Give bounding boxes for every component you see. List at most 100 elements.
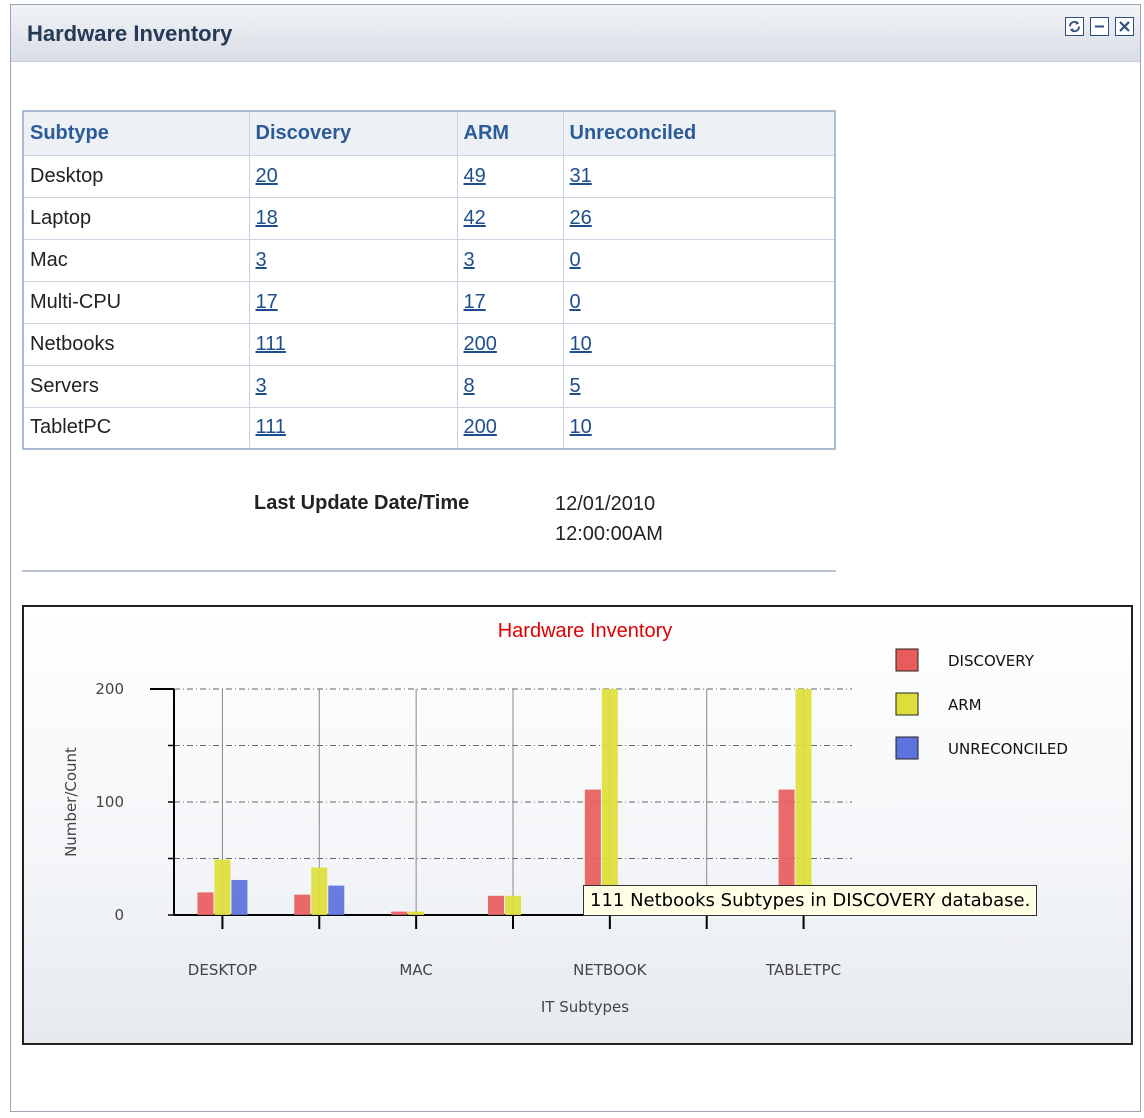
discovery-count-link[interactable]: 20 xyxy=(256,165,278,187)
subtype-cell: Servers xyxy=(22,364,250,408)
unreconciled-count-link[interactable]: 5 xyxy=(570,375,581,397)
close-icon xyxy=(1119,21,1130,32)
discovery-count-link[interactable]: 17 xyxy=(256,291,278,313)
bar-arm xyxy=(311,867,328,915)
pagelet-title: Hardware Inventory xyxy=(27,21,233,46)
subtype-cell: TabletPC xyxy=(22,406,250,450)
last-update-value: 12/01/2010 12:00:00AM xyxy=(555,489,663,549)
bar-discovery xyxy=(294,894,311,915)
subtype-cell: Desktop xyxy=(22,154,250,198)
bar-unreconciled xyxy=(328,885,345,915)
legend-label-arm: ARM xyxy=(948,696,982,714)
unreconciled-count-link[interactable]: 0 xyxy=(570,249,581,271)
discovery-count-link[interactable]: 111 xyxy=(256,416,286,438)
x-tick-label: DESKTOP xyxy=(188,961,257,979)
unreconciled-count-link[interactable]: 10 xyxy=(570,416,592,438)
table-row: Mac 3 3 0 xyxy=(22,238,836,282)
hardware-inventory-table: Subtype Discovery ARM Unreconciled Deskt… xyxy=(22,110,836,450)
minimize-button[interactable] xyxy=(1090,17,1109,36)
bar-arm xyxy=(214,859,231,915)
arm-cell: 200 xyxy=(456,322,564,366)
unreconciled-cell: 5 xyxy=(562,364,836,408)
close-button[interactable] xyxy=(1115,17,1134,36)
legend-label-unreconciled: UNRECONCILED xyxy=(948,740,1068,758)
subtype-cell: Mac xyxy=(22,238,250,282)
arm-cell: 8 xyxy=(456,364,564,408)
x-tick-label: MAC xyxy=(399,961,432,979)
chart-tooltip: 111 Netbooks Subtypes in DISCOVERY datab… xyxy=(583,885,1038,916)
table-row: Desktop 20 49 31 xyxy=(22,154,836,198)
bar-discovery xyxy=(488,895,504,915)
y-tick-label: 200 xyxy=(95,680,124,698)
pagelet-header: Hardware Inventory xyxy=(11,5,1140,62)
discovery-count-link[interactable]: 3 xyxy=(256,249,267,271)
subtype-cell: Laptop xyxy=(22,196,250,240)
y-axis-title: Number/Count xyxy=(62,747,80,857)
unreconciled-count-link[interactable]: 0 xyxy=(570,291,581,313)
unreconciled-count-link[interactable]: 31 xyxy=(570,165,592,187)
y-tick-label: 0 xyxy=(114,906,124,924)
bar-unreconciled xyxy=(231,879,248,915)
unreconciled-cell: 26 xyxy=(562,196,836,240)
pagelet-header-buttons xyxy=(1065,17,1134,36)
unreconciled-cell: 10 xyxy=(562,406,836,450)
discovery-count-link[interactable]: 18 xyxy=(256,207,278,229)
hardware-inventory-chart: Hardware Inventory 0 100 200 DESKTOP MAC NETBO… xyxy=(22,605,1133,1045)
bar-discovery xyxy=(197,892,214,915)
column-header-subtype[interactable]: Subtype xyxy=(22,110,250,156)
discovery-cell: 17 xyxy=(248,280,458,324)
chart-title: Hardware Inventory xyxy=(498,620,673,642)
arm-cell: 3 xyxy=(456,238,564,282)
bar-discovery xyxy=(391,911,408,915)
unreconciled-cell: 0 xyxy=(562,280,836,324)
y-tick-label: 100 xyxy=(95,793,124,811)
refresh-button[interactable] xyxy=(1065,17,1084,36)
arm-count-link[interactable]: 49 xyxy=(464,165,486,187)
chart-svg: Hardware Inventory 0 100 200 DESKTOP MAC NETBO… xyxy=(62,620,1068,1016)
x-axis-title: IT Subtypes xyxy=(541,998,629,1016)
table-body: Desktop 20 49 31 Laptop 18 42 26 Mac 3 3 0 Multi-CPU… xyxy=(22,154,836,450)
bar-arm xyxy=(408,911,425,915)
unreconciled-count-link[interactable]: 10 xyxy=(570,333,592,355)
legend-swatch-unreconciled xyxy=(895,736,919,760)
minimize-icon xyxy=(1095,25,1104,28)
discovery-cell: 3 xyxy=(248,364,458,408)
column-header-discovery[interactable]: Discovery xyxy=(248,110,458,156)
discovery-cell: 18 xyxy=(248,196,458,240)
arm-count-link[interactable]: 8 xyxy=(464,375,475,397)
table-row: Multi-CPU 17 17 0 xyxy=(22,280,836,324)
bar-arm xyxy=(795,689,812,915)
column-header-arm[interactable]: ARM xyxy=(456,110,564,156)
arm-cell: 42 xyxy=(456,196,564,240)
discovery-count-link[interactable]: 3 xyxy=(256,375,267,397)
table-row: Laptop 18 42 26 xyxy=(22,196,836,240)
unreconciled-cell: 31 xyxy=(562,154,836,198)
legend-label-discovery: DISCOVERY xyxy=(948,652,1035,670)
subtype-cell: Multi-CPU xyxy=(22,280,250,324)
arm-count-link[interactable]: 42 xyxy=(464,207,486,229)
table-row: TabletPC 111 200 10 xyxy=(22,406,836,450)
unreconciled-count-link[interactable]: 26 xyxy=(570,207,592,229)
column-header-unreconciled[interactable]: Unreconciled xyxy=(562,110,836,156)
arm-cell: 49 xyxy=(456,154,564,198)
arm-count-link[interactable]: 200 xyxy=(464,416,497,438)
x-tick-label: NETBOOK xyxy=(573,961,648,979)
x-tick-label: TABLETPC xyxy=(765,961,841,979)
refresh-icon xyxy=(1069,20,1080,33)
discovery-cell: 111 xyxy=(248,406,458,450)
discovery-cell: 20 xyxy=(248,154,458,198)
discovery-cell: 3 xyxy=(248,238,458,282)
last-update-date: 12/01/2010 xyxy=(555,493,656,515)
arm-count-link[interactable]: 200 xyxy=(464,333,497,355)
arm-count-link[interactable]: 3 xyxy=(464,249,475,271)
table-row: Servers 3 8 5 xyxy=(22,364,836,408)
discovery-count-link[interactable]: 111 xyxy=(256,333,286,355)
arm-cell: 200 xyxy=(456,406,564,450)
legend-swatch-arm xyxy=(895,692,919,716)
table-header-row: Subtype Discovery ARM Unreconciled xyxy=(22,110,836,156)
discovery-cell: 111 xyxy=(248,322,458,366)
unreconciled-cell: 0 xyxy=(562,238,836,282)
arm-cell: 17 xyxy=(456,280,564,324)
unreconciled-cell: 10 xyxy=(562,322,836,366)
arm-count-link[interactable]: 17 xyxy=(464,291,486,313)
